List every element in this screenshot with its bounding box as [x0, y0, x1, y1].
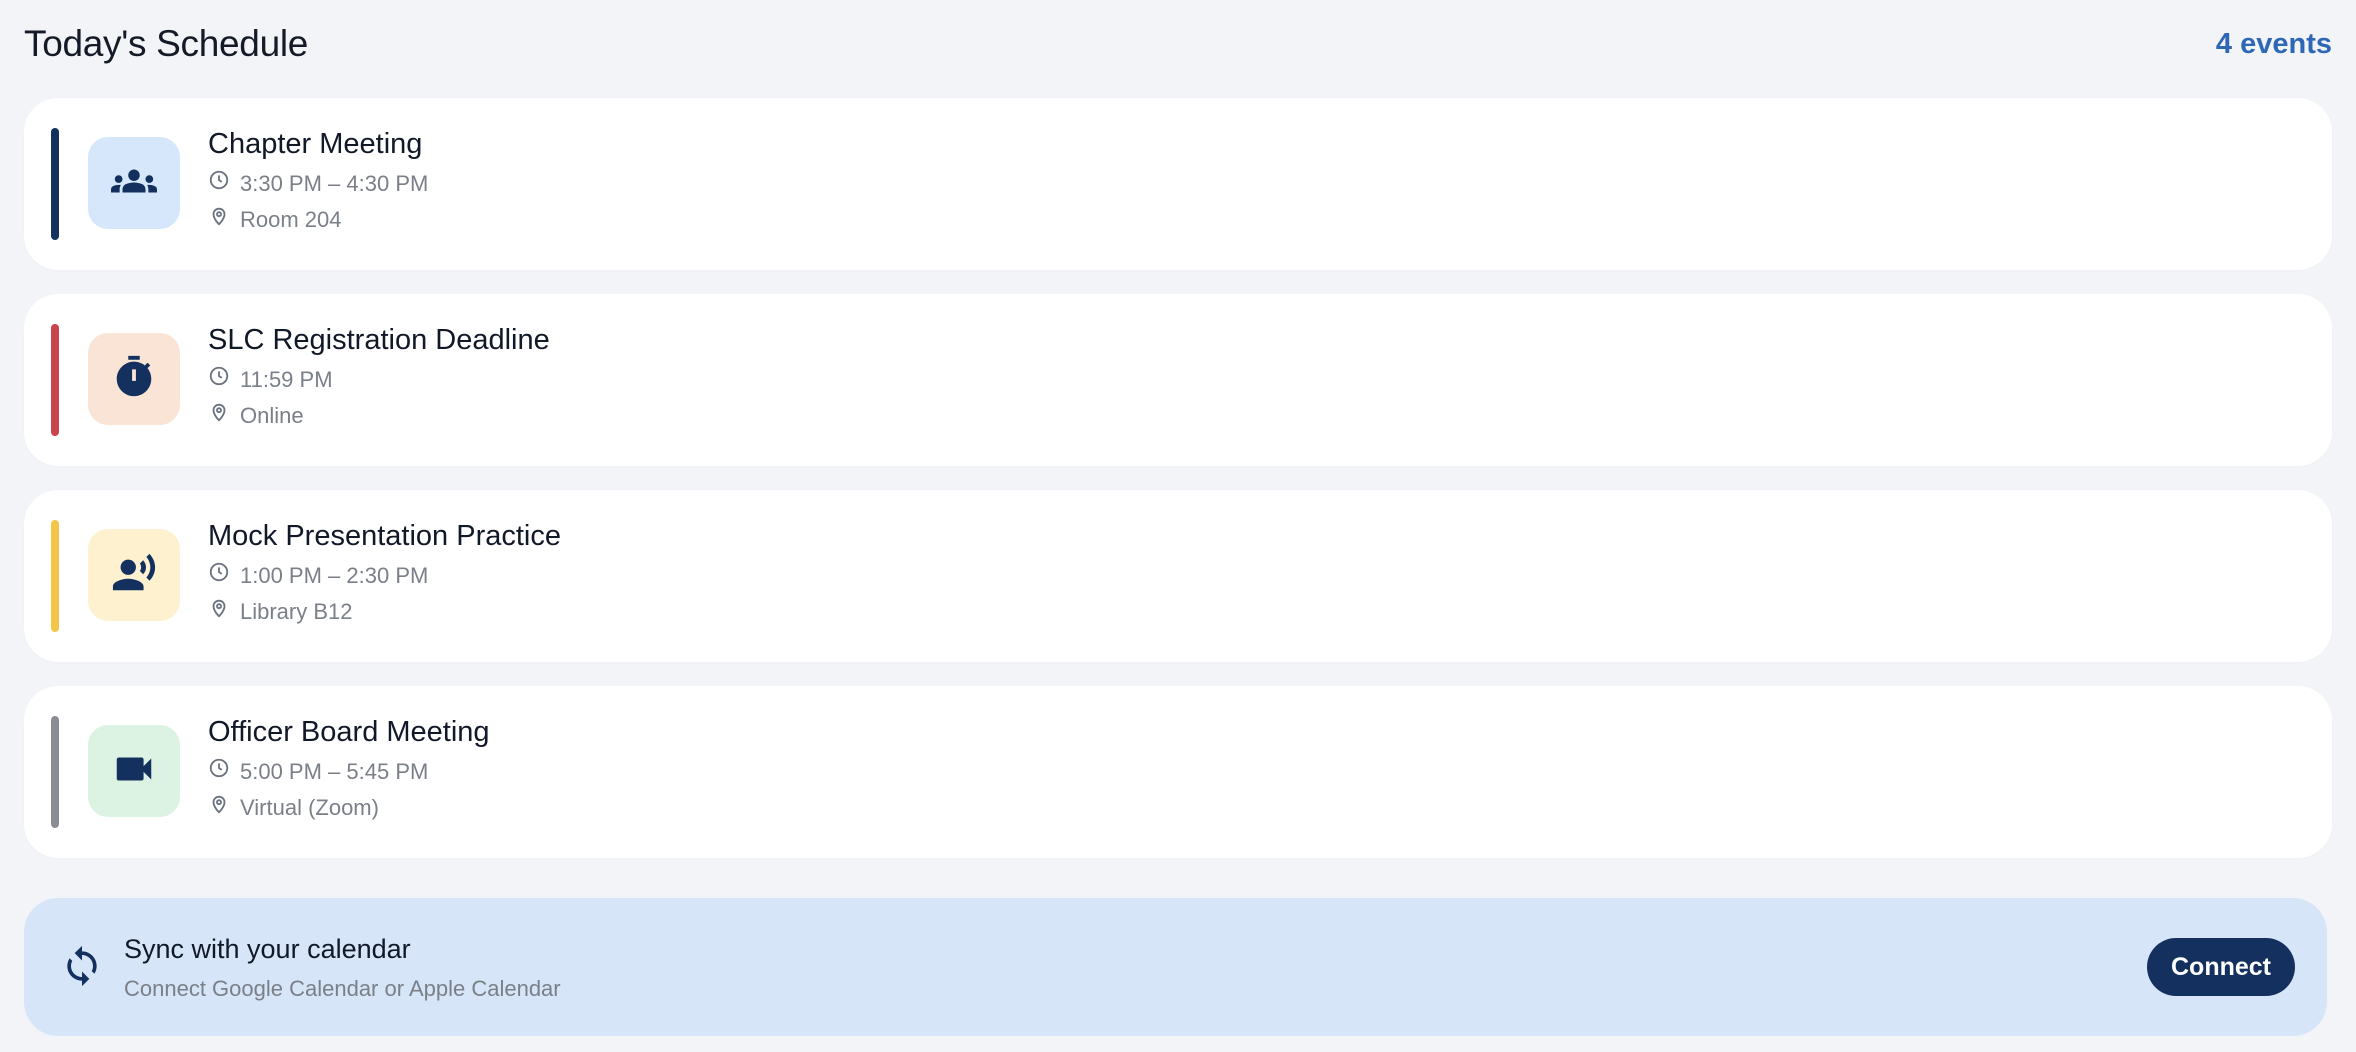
clock-icon — [208, 365, 240, 394]
event-list: Chapter Meeting 3:30 PM – 4:30 PM Room 2… — [24, 98, 2332, 858]
event-location: Online — [240, 402, 304, 428]
event-time: 3:30 PM – 4:30 PM — [240, 170, 429, 196]
sync-text: Sync with your calendar Connect Google C… — [124, 932, 561, 1003]
event-time-row: 5:00 PM – 5:45 PM — [208, 757, 490, 786]
clock-icon — [208, 561, 240, 590]
location-pin-icon — [208, 793, 240, 822]
event-card[interactable]: Chapter Meeting 3:30 PM – 4:30 PM Room 2… — [24, 98, 2332, 270]
sync-title: Sync with your calendar — [124, 934, 411, 964]
event-location-row: Room 204 — [208, 205, 428, 234]
location-pin-icon — [208, 597, 240, 626]
event-time: 1:00 PM – 2:30 PM — [240, 562, 429, 588]
event-location-row: Virtual (Zoom) — [208, 793, 490, 822]
event-accent-bar — [51, 716, 59, 828]
calendar-sync-banner: Sync with your calendar Connect Google C… — [24, 898, 2327, 1036]
clock-icon — [208, 757, 240, 786]
group-icon — [111, 158, 157, 209]
event-accent-bar — [51, 128, 59, 240]
location-pin-icon — [208, 205, 240, 234]
event-time-row: 3:30 PM – 4:30 PM — [208, 169, 428, 198]
event-card[interactable]: Officer Board Meeting 5:00 PM – 5:45 PM … — [24, 686, 2332, 858]
event-card[interactable]: Mock Presentation Practice 1:00 PM – 2:3… — [24, 490, 2332, 662]
event-location: Virtual (Zoom) — [240, 794, 379, 820]
event-location: Room 204 — [240, 206, 342, 232]
event-time: 11:59 PM — [240, 366, 333, 392]
schedule-page: Today's Schedule 4 events Chapter Meetin… — [0, 0, 2356, 1052]
speaker-person-icon — [111, 550, 157, 601]
event-count: 4 events — [2215, 27, 2332, 60]
event-details: Chapter Meeting 3:30 PM – 4:30 PM Room 2… — [208, 126, 428, 234]
event-card[interactable]: SLC Registration Deadline 11:59 PM Onlin… — [24, 294, 2332, 466]
event-accent-bar — [51, 520, 59, 632]
event-details: Officer Board Meeting 5:00 PM – 5:45 PM … — [208, 714, 490, 822]
event-title: Chapter Meeting — [208, 128, 423, 160]
event-time: 5:00 PM – 5:45 PM — [240, 758, 429, 784]
event-details: Mock Presentation Practice 1:00 PM – 2:3… — [208, 518, 561, 626]
page-title: Today's Schedule — [24, 23, 309, 64]
event-location-row: Library B12 — [208, 597, 561, 626]
event-icon-tile — [88, 529, 180, 621]
event-icon-tile — [88, 137, 180, 229]
event-title: SLC Registration Deadline — [208, 324, 550, 356]
sync-icon — [60, 944, 104, 988]
event-icon-tile — [88, 725, 180, 817]
event-time-row: 1:00 PM – 2:30 PM — [208, 561, 561, 590]
location-pin-icon — [208, 401, 240, 430]
event-accent-bar — [51, 324, 59, 436]
timer-icon — [111, 354, 157, 405]
event-location: Library B12 — [240, 598, 353, 624]
clock-icon — [208, 169, 240, 198]
event-details: SLC Registration Deadline 11:59 PM Onlin… — [208, 322, 550, 430]
event-location-row: Online — [208, 401, 550, 430]
event-title: Officer Board Meeting — [208, 716, 490, 748]
connect-button[interactable]: Connect — [2147, 938, 2295, 996]
event-title: Mock Presentation Practice — [208, 520, 561, 552]
event-time-row: 11:59 PM — [208, 365, 550, 394]
event-icon-tile — [88, 333, 180, 425]
schedule-header: Today's Schedule 4 events — [24, 0, 2332, 88]
video-camera-icon — [111, 746, 157, 797]
sync-subtitle: Connect Google Calendar or Apple Calenda… — [124, 976, 561, 1001]
